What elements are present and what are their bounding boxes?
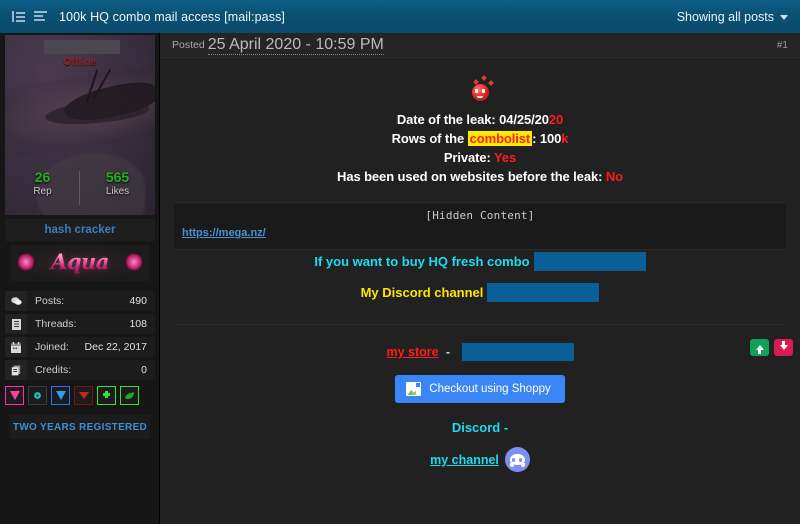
shoppy-logo-icon <box>406 382 422 397</box>
post-content: Date of the leak: 04/25/2020 Rows of the… <box>160 58 800 473</box>
info-label-joined: Joined: <box>35 341 69 353</box>
post-number[interactable]: #1 <box>777 40 788 51</box>
red-gem-badge[interactable] <box>74 386 93 405</box>
discord-label: Discord - <box>451 420 509 436</box>
posted-prefix: Posted <box>172 39 205 51</box>
stat-rep-label: Rep <box>33 186 52 197</box>
stat-likes-label: Likes <box>105 186 130 197</box>
my-channel-link[interactable]: my channel <box>430 453 499 467</box>
checkout-shoppy-label: Checkout using Shoppy <box>429 383 551 396</box>
forum-thread-screenshot: 100k HQ combo mail access [mail:pass] Sh… <box>0 0 800 524</box>
stat-rep-value: 26 <box>34 169 51 185</box>
discord-link-row: my channel <box>174 447 786 473</box>
combolist-highlight: combolist <box>467 131 533 146</box>
info-value-threads: 108 <box>129 318 147 330</box>
rank-image-text: Aqua <box>10 249 150 274</box>
info-row-posts: Posts: 490 <box>5 291 155 311</box>
shoppy-wrapper: Checkout using Shoppy <box>174 375 786 404</box>
promo-combo-text: If you want to buy HQ fresh combo <box>314 254 530 269</box>
thread-header-bar: 100k HQ combo mail access [mail:pass] Sh… <box>0 0 800 33</box>
info-label-threads: Threads: <box>35 318 77 330</box>
discord-label-row: Discord - <box>174 419 786 437</box>
post-container: Posted 25 April 2020 - 10:59 PM #1 Date … <box>160 33 800 524</box>
author-usertitle[interactable]: hash cracker <box>45 224 116 236</box>
redaction-box-store <box>461 343 574 361</box>
post-timestamp[interactable]: 25 April 2020 - 10:59 PM <box>207 36 384 55</box>
info-row-credits: Credits: 0 <box>5 360 155 380</box>
calendar-icon <box>5 337 27 357</box>
post-filter-dropdown[interactable]: Showing all posts <box>677 10 788 24</box>
leak-line-private: Private: Yes <box>443 150 517 165</box>
leak-details: Date of the leak: 04/25/2020 Rows of the… <box>174 110 786 186</box>
author-info-list: Posts: 490 Threads: 108 Joined: Dec 22, … <box>5 291 155 380</box>
discord-logo-icon[interactable] <box>504 447 530 473</box>
thread-title: 100k HQ combo mail access [mail:pass] <box>59 9 286 24</box>
info-label-credits: Credits: <box>35 364 72 376</box>
chevron-down-icon <box>780 15 788 20</box>
leak-line-rows: Rows of the combolist: 100k <box>391 131 569 146</box>
document-icon <box>5 314 27 334</box>
post-filter-label: Showing all posts <box>676 9 774 24</box>
post-author-sidebar: Offline 26 Rep 565 Likes hash cracker Aq… <box>0 33 160 524</box>
blushing-hearts-emoji <box>471 84 489 101</box>
info-value-joined: Dec 22, 2017 <box>84 341 147 353</box>
green-puzzle-badge[interactable] <box>97 386 116 405</box>
store-dash: - <box>446 345 451 360</box>
checkout-shoppy-button[interactable]: Checkout using Shoppy <box>395 375 565 404</box>
list-view-icon[interactable] <box>12 10 25 23</box>
info-value-credits: 0 <box>141 364 147 376</box>
pink-gem-badge[interactable] <box>5 386 24 405</box>
discord-face-shape <box>509 454 525 468</box>
upvote-button[interactable] <box>750 339 769 356</box>
stats-divider <box>79 171 80 205</box>
online-status: Offline <box>63 57 97 68</box>
info-value-posts: 490 <box>129 295 147 307</box>
stat-rep[interactable]: 26 Rep <box>5 169 80 213</box>
redaction-box-discord <box>487 283 600 302</box>
info-label-posts: Posts: <box>35 295 65 307</box>
header-icon-group <box>12 10 47 23</box>
years-registered-badge: TWO YEARS REGISTERED <box>10 415 150 439</box>
blue-gem-badge[interactable] <box>51 386 70 405</box>
teal-star-badge[interactable] <box>28 386 47 405</box>
redaction-box-combo <box>533 252 646 271</box>
vote-buttons <box>750 339 793 356</box>
promo-discord-channel-text: My Discord channel <box>360 285 484 300</box>
promo-block: If you want to buy HQ fresh combo My Dis… <box>174 250 786 302</box>
author-usertitle-bar: hash cracker <box>5 219 155 241</box>
leak-line-date: Date of the leak: 04/25/2020 <box>396 112 564 127</box>
credits-icon <box>5 360 27 380</box>
promo-line-combo: If you want to buy HQ fresh combo <box>314 252 646 271</box>
downvote-arrow-icon <box>779 341 788 350</box>
green-leaf-badge[interactable] <box>120 386 139 405</box>
stat-likes-value: 565 <box>105 169 130 185</box>
stat-likes[interactable]: 565 Likes <box>80 169 155 213</box>
downvote-button[interactable] <box>774 339 793 356</box>
content-divider <box>174 324 786 325</box>
my-store-link[interactable]: my store <box>386 345 438 359</box>
upvote-arrow-icon <box>755 345 764 354</box>
promo-line-discord-channel: My Discord channel <box>361 283 600 302</box>
info-row-joined: Joined: Dec 22, 2017 <box>5 337 155 357</box>
rank-image: Aqua <box>10 245 150 281</box>
leak-line-used: Has been used on websites before the lea… <box>337 169 623 184</box>
info-row-threads: Threads: 108 <box>5 314 155 334</box>
username-redaction-box <box>44 40 120 54</box>
store-row: my store - <box>174 343 786 361</box>
hidden-content-block: [Hidden Content] https://mega.nz/ <box>174 202 786 250</box>
mega-download-link[interactable]: https://mega.nz/ <box>182 227 266 239</box>
author-stats: 26 Rep 565 Likes <box>5 169 155 213</box>
hidden-content-label: [Hidden Content] <box>425 209 535 222</box>
post-meta-header: Posted 25 April 2020 - 10:59 PM #1 <box>160 33 800 58</box>
thread-mode-icon[interactable] <box>34 10 47 23</box>
award-badges <box>5 386 155 405</box>
emoji-wrapper <box>174 74 786 104</box>
speech-bubble-icon <box>5 291 27 311</box>
